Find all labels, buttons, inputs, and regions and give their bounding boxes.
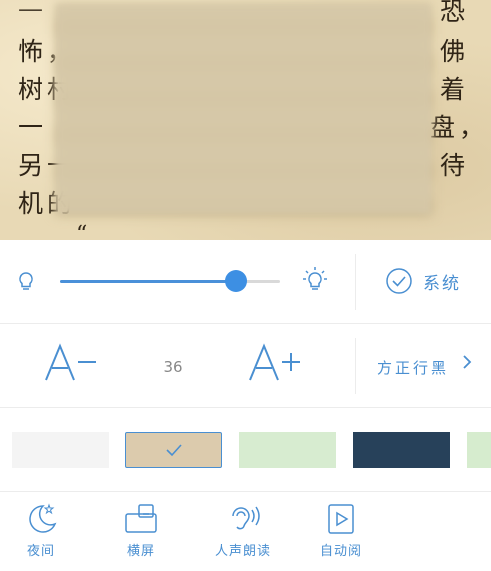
landscape-button[interactable]: 横屏 — [116, 502, 166, 559]
font-family-selector[interactable]: 方正行黑 — [377, 357, 449, 378]
font-decrease-button[interactable] — [44, 342, 100, 393]
ear-sound-icon — [232, 506, 260, 530]
font-size-value: 36 — [163, 358, 183, 376]
theme-swatch-parchment[interactable] — [125, 432, 222, 468]
night-mode-label: 夜间 — [26, 544, 55, 559]
system-brightness-label: 系统 — [423, 273, 461, 294]
theme-row — [0, 408, 491, 492]
chevron-right-icon — [462, 354, 472, 375]
text-to-speech-button[interactable]: 人声朗读 — [210, 502, 276, 559]
check-icon — [166, 444, 182, 457]
divider — [355, 254, 356, 310]
font-row: 36 方正行黑 — [0, 324, 491, 408]
text-to-speech-label: 人声朗读 — [214, 544, 271, 559]
reader-line: “ — [76, 222, 92, 240]
brightness-slider-knob[interactable] — [225, 270, 247, 292]
rotate-screen-icon — [125, 504, 157, 533]
blurred-region-cover — [56, 4, 431, 214]
landscape-label: 横屏 — [126, 544, 155, 559]
check-circle-icon — [386, 268, 412, 294]
reader-line: 着 — [440, 75, 470, 104]
moon-icon — [29, 503, 57, 533]
reader-line: 一 — [18, 113, 48, 142]
night-mode-button[interactable]: 夜间 — [16, 502, 66, 559]
brightness-low-icon — [16, 270, 36, 298]
bottom-toolbar: 夜间 横屏 人声朗读 自动阅 — [0, 492, 491, 571]
brightness-row: 系统 — [0, 240, 491, 324]
reader-page[interactable]: — 恐 怖， 佛 树村 着 一 盘， 另一 待 机的 “ — [0, 0, 491, 240]
reader-line: 佛 — [440, 37, 470, 66]
font-increase-button[interactable] — [248, 342, 304, 393]
reader-line: — — [18, 0, 47, 23]
brightness-high-icon — [302, 266, 328, 300]
reading-settings-panel: 系统 36 方正行黑 夜间 横屏 人声朗读 自动阅 — [0, 240, 491, 571]
reader-line: 盘， — [430, 113, 489, 142]
theme-swatch-green[interactable] — [239, 432, 336, 468]
auto-read-button[interactable]: 自动阅 — [308, 502, 374, 559]
theme-swatch-white[interactable] — [12, 432, 109, 468]
reader-line: 恐 — [440, 0, 470, 26]
theme-swatch-light-green[interactable] — [467, 432, 491, 468]
brightness-slider-fill — [60, 280, 236, 283]
reader-line: 待 — [440, 151, 470, 180]
divider — [355, 338, 356, 394]
system-brightness-toggle[interactable]: 系统 — [385, 267, 461, 295]
auto-read-label: 自动阅 — [319, 544, 362, 559]
play-page-icon — [328, 504, 354, 534]
theme-swatch-dark-navy[interactable] — [353, 432, 450, 468]
brightness-slider[interactable] — [60, 280, 280, 283]
